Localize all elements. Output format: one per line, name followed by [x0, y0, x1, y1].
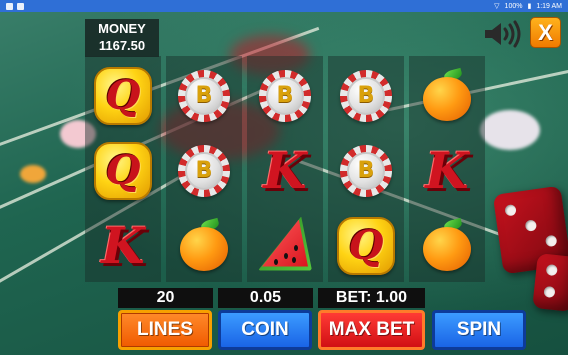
spin-button-label: SPIN [456, 319, 502, 340]
king-symbol: K [263, 140, 307, 200]
battery-icon: ▮ [527, 3, 532, 10]
bitcoin-symbol: B [259, 69, 311, 122]
close-icon: X [538, 19, 553, 45]
notification-icon [17, 2, 24, 10]
notification-icon [6, 2, 13, 10]
reel-cell: B [328, 58, 404, 133]
money-label: MONEY [98, 21, 146, 36]
queen-symbol: Q [94, 66, 152, 125]
reel-cell: Q [85, 58, 161, 133]
money-display: MONEY 1167.50 [85, 19, 159, 57]
reel-cell: B [166, 58, 242, 133]
reel-cell [247, 208, 323, 283]
lines-button[interactable]: LINES [118, 310, 212, 350]
red-die [532, 253, 568, 312]
reel-cell [409, 208, 485, 283]
reel-5: K [409, 56, 485, 282]
coin-value: 0.05 [218, 288, 313, 308]
sound-toggle-button[interactable] [483, 20, 523, 48]
orange-symbol [422, 67, 472, 121]
reel-cell: B [328, 133, 404, 208]
reel-cell: Q [328, 208, 404, 283]
speaker-icon [485, 20, 521, 48]
bitcoin-symbol: B [340, 69, 392, 122]
reel-cell [166, 208, 242, 283]
reel-cell: B [247, 58, 323, 133]
queen-symbol: Q [337, 216, 395, 275]
watermelon-symbol [254, 215, 316, 277]
max-bet-button[interactable]: MAX BET [318, 310, 425, 350]
battery-label: 100% [504, 2, 523, 10]
clock: 1:19 AM [536, 2, 562, 10]
close-button[interactable]: X [530, 17, 561, 48]
reel-cell [409, 58, 485, 133]
lines-button-label: LINES [137, 319, 193, 340]
reel-3: BK [247, 56, 323, 282]
spin-button[interactable]: SPIN [432, 310, 526, 350]
reel-cell: K [247, 133, 323, 208]
bet-value: BET: 1.00 [318, 288, 425, 308]
bitcoin-symbol: B [178, 69, 230, 122]
reel-cell: B [166, 133, 242, 208]
orange-symbol [422, 217, 472, 271]
reel-2: BB [166, 56, 242, 282]
reel-cell: Q [85, 133, 161, 208]
coin-button-label: COIN [241, 319, 289, 340]
coin-button[interactable]: COIN [218, 310, 312, 350]
reel-4: BBQ [328, 56, 404, 282]
reel-cell: K [409, 133, 485, 208]
bitcoin-symbol: B [340, 144, 392, 197]
reel-cell: K [85, 208, 161, 283]
king-symbol: K [425, 140, 469, 200]
money-value: 1167.50 [98, 38, 146, 53]
orange-symbol [179, 217, 229, 271]
lines-value: 20 [118, 288, 213, 308]
bitcoin-symbol: B [178, 144, 230, 197]
king-symbol: K [101, 215, 145, 275]
max-bet-button-label: MAX BET [328, 319, 415, 340]
reel-1: QQK [85, 56, 161, 282]
android-status-bar: ▽ 100% ▮ 1:19 AM [0, 0, 568, 12]
wifi-icon: ▽ [494, 3, 500, 10]
queen-symbol: Q [94, 141, 152, 200]
